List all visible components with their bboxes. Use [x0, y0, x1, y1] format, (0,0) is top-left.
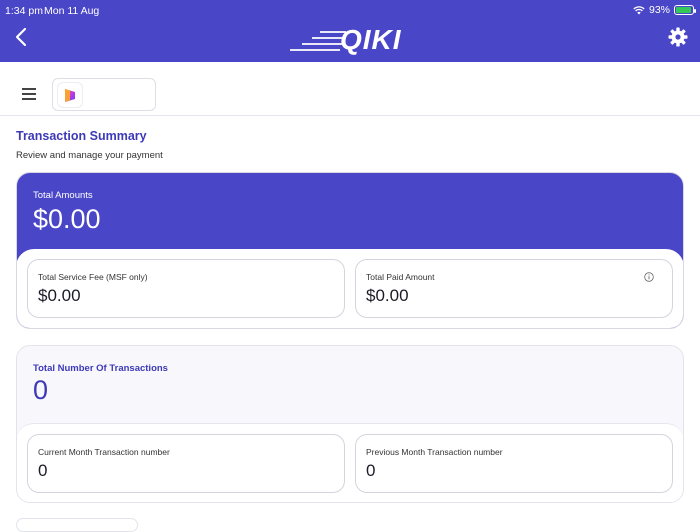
current-month-value: 0 [38, 461, 48, 480]
brand-logo-icon [65, 89, 75, 102]
current-month-label: Current Month Transaction number [38, 447, 170, 457]
chevron-left-icon [15, 27, 27, 47]
amounts-breakdown: Total Service Fee (MSF only) $0.00 Total… [17, 249, 683, 328]
paid-amount-label: Total Paid Amount [366, 272, 435, 282]
toolbar [0, 62, 700, 116]
app-logo [57, 82, 83, 108]
current-month-card: Current Month Transaction number 0 [27, 434, 345, 493]
info-icon[interactable] [644, 272, 654, 282]
previous-month-value: 0 [366, 461, 376, 480]
hamburger-line [22, 98, 36, 100]
merchant-selector[interactable] [52, 78, 156, 111]
transactions-breakdown: Current Month Transaction number 0 Previ… [17, 423, 683, 502]
back-button[interactable] [12, 26, 32, 48]
status-indicators: 93% [633, 4, 696, 16]
service-fee-card: Total Service Fee (MSF only) $0.00 [27, 259, 345, 318]
next-section-peek [16, 518, 138, 532]
settings-button[interactable] [668, 27, 688, 47]
transactions-card: Total Number Of Transactions 0 Current M… [16, 345, 684, 503]
status-time: 1:34 pm [5, 5, 43, 17]
app-header: 1:34 pm Mon 11 Aug 93% QIKI [0, 0, 700, 62]
gear-icon [668, 27, 688, 47]
logo-text: QIKI [340, 24, 402, 55]
battery-percent: 93% [648, 4, 670, 16]
total-amounts-label: Total Amounts [33, 190, 93, 201]
service-fee-label: Total Service Fee (MSF only) [38, 272, 148, 282]
service-fee-value: $0.00 [38, 286, 81, 305]
transactions-label: Total Number Of Transactions [33, 363, 168, 374]
paid-amount-value: $0.00 [366, 286, 409, 305]
previous-month-label: Previous Month Transaction number [366, 447, 503, 457]
transactions-value: 0 [33, 375, 49, 405]
page-subtitle: Review and manage your payment [16, 150, 163, 161]
hamburger-icon [22, 88, 36, 90]
battery-icon [674, 5, 696, 15]
page-title: Transaction Summary [16, 129, 147, 143]
hamburger-line [22, 93, 36, 95]
qiki-logo: QIKI [290, 25, 412, 55]
previous-month-card: Previous Month Transaction number 0 [355, 434, 673, 493]
total-amounts-value: $0.00 [33, 204, 101, 234]
paid-amount-card: Total Paid Amount $0.00 [355, 259, 673, 318]
menu-button[interactable] [22, 88, 36, 100]
status-date: Mon 11 Aug [44, 5, 100, 17]
wifi-icon [633, 5, 645, 14]
total-amounts-card: Total Amounts $0.00 Total Service Fee (M… [16, 172, 684, 329]
